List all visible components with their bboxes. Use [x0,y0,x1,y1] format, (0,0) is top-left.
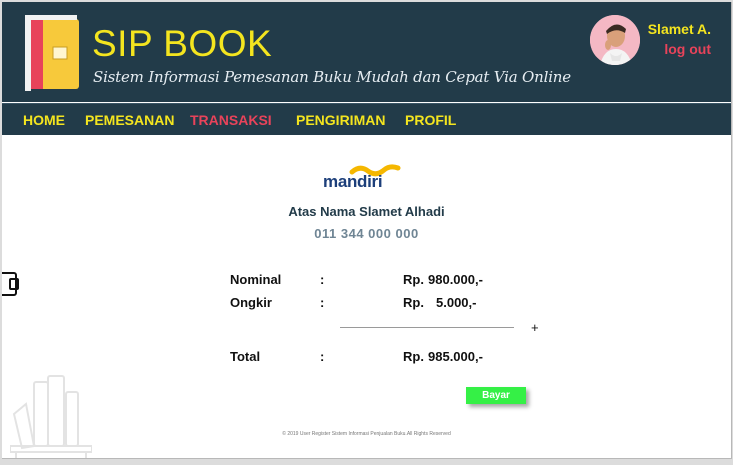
brand-title: SIP BOOK [92,23,273,64]
wallet-icon [2,272,19,296]
bank-name: mandiri [323,172,383,191]
total-amount: 985.000,- [428,349,483,364]
nominal-separator: : [320,272,325,287]
sum-divider [340,327,514,328]
nav-profil[interactable]: PROFIL [405,112,456,128]
nominal-currency: Rp. [403,272,424,287]
ongkir-separator: : [320,295,325,310]
nav-home[interactable]: HOME [23,112,65,128]
nav-pemesanan[interactable]: PEMESANAN [85,112,174,128]
plus-sign: + [531,320,539,335]
total-currency: Rp. [403,349,424,364]
nav-pengiriman[interactable]: PENGIRIMAN [296,112,385,128]
nav-transaksi[interactable]: TRANSAKSI [190,112,272,128]
account-number: 011 344 000 000 [314,226,419,241]
bookshelf-icon [10,375,92,458]
footer-copyright: © 2019 User Register Sistem Informasi Pe… [282,431,451,437]
site-header: SIP BOOK Sistem Informasi Pemesanan Buku… [2,2,731,102]
user-photo-icon [590,15,640,65]
total-label: Total [230,349,261,364]
nominal-amount: 980.000,- [428,272,483,287]
ongkir-label: Ongkir [230,295,272,310]
ongkir-amount: 5.000,- [436,295,477,310]
logout-link[interactable]: log out [664,41,711,57]
main-nav: HOME PEMESANAN TRANSAKSI PENGIRIMAN PROF… [2,103,731,135]
brand-tagline: Sistem Informasi Pemesanan Buku Mudah da… [93,68,571,86]
pay-button[interactable]: Bayar [466,387,526,404]
nominal-label: Nominal [230,272,282,287]
user-name: Slamet A. [647,21,711,37]
avatar[interactable] [590,15,640,65]
book-logo-icon [25,15,79,91]
ongkir-currency: Rp. [403,295,424,310]
total-separator: : [320,349,325,364]
page-frame: SIP BOOK Sistem Informasi Pemesanan Buku… [2,2,732,459]
account-holder: Atas Nama Slamet Alhadi [288,204,445,219]
